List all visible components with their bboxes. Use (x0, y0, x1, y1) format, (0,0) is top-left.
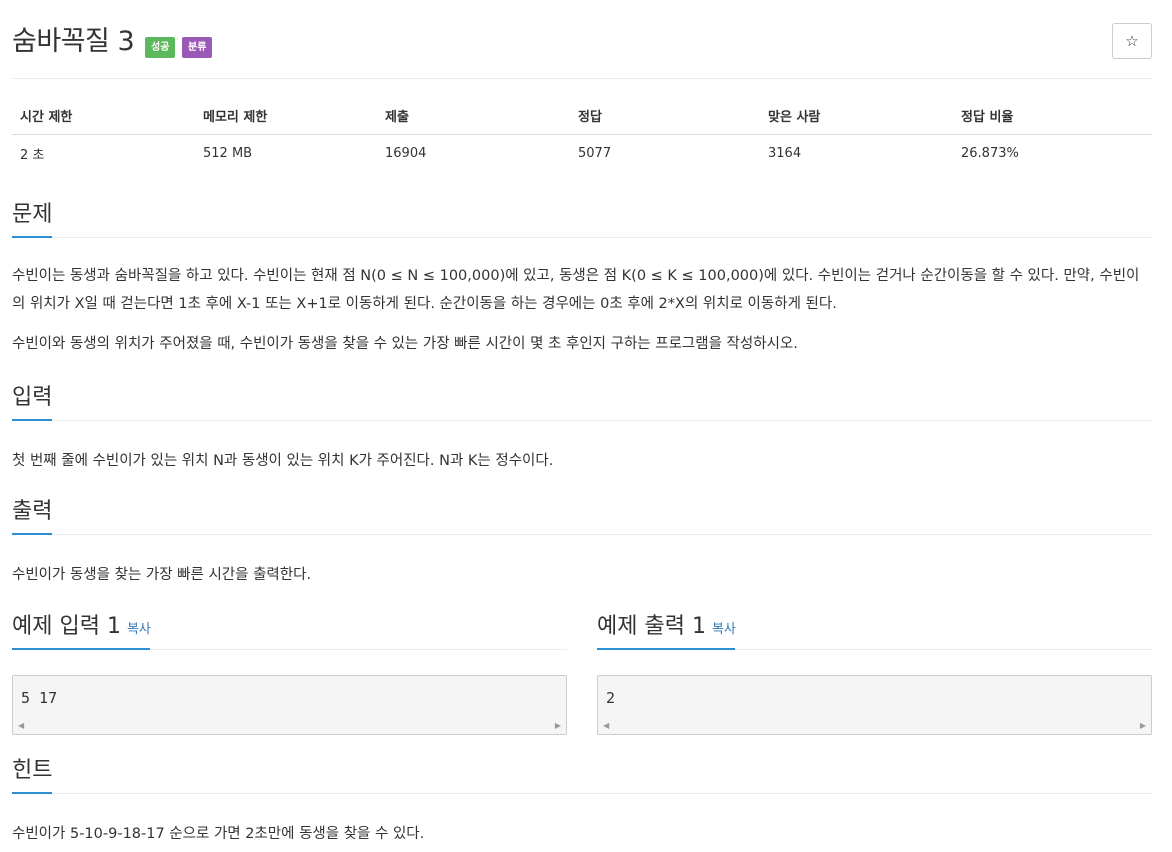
value-time-limit: 2 초 (20, 147, 45, 163)
output-description: 수빈이가 동생을 찾는 가장 빠른 시간을 출력한다. (12, 567, 312, 583)
section-output-header: 출력 (12, 495, 1152, 535)
title-underline (12, 533, 52, 535)
title-underline (12, 648, 150, 650)
star-button[interactable]: ☆ (1112, 23, 1152, 59)
category-badge[interactable]: 분류 (182, 37, 213, 58)
section-sample-output: 예제 출력 1 복사 (597, 610, 1152, 650)
section-hint: 힌트 수빈이가 5-10-9-18-17 순으로 가면 2초만에 동생을 찾을 … (12, 754, 1152, 848)
section-input: 입력 첫 번째 줄에 수빈이가 있는 위치 N과 동생이 있는 위치 K가 주어… (12, 381, 1152, 475)
title-underline (12, 236, 52, 238)
divider (12, 78, 1152, 79)
section-sample-output-header: 예제 출력 1 복사 (597, 610, 1152, 650)
value-memory-limit: 512 MB (203, 145, 253, 161)
description-paragraph-1: 수빈이는 동생과 숨바꼭질을 하고 있다. 수빈이는 현재 점 N(0 ≤ N … (12, 268, 1140, 312)
value-accepted[interactable]: 5077 (570, 134, 760, 172)
section-input-header: 입력 (12, 381, 1152, 421)
star-icon: ☆ (1125, 32, 1139, 50)
title-underline (12, 792, 52, 794)
header-solved-users: 맞은 사람 (760, 98, 953, 135)
section-hint-header: 힌트 (12, 754, 1152, 794)
header-accepted: 정답 (570, 98, 760, 135)
sample-input-title: 예제 입력 1 (12, 614, 121, 639)
title-underline (597, 648, 735, 650)
section-output: 출력 수빈이가 동생을 찾는 가장 빠른 시간을 출력한다. (12, 495, 1152, 589)
copy-sample-input-button[interactable]: 복사 (127, 622, 151, 637)
section-description-header: 문제 (12, 198, 1152, 238)
sample-output-code: 2 (606, 689, 616, 707)
value-accept-ratio: 26.873% (961, 145, 1019, 161)
table-row: 2 초 512 MB 16904 5077 3164 26.873% (12, 134, 1152, 172)
scroll-left-icon[interactable]: ◀ (18, 721, 24, 730)
problem-info-table: 시간 제한 메모리 제한 제출 정답 맞은 사람 정답 비율 2 초 512 M… (12, 98, 1152, 172)
divider (12, 237, 1152, 238)
divider (12, 420, 1152, 421)
problem-title: 숨바꼭질 3 (12, 26, 135, 57)
status-badge-success: 성공 (145, 37, 176, 58)
section-input-title: 입력 (12, 385, 53, 410)
scroll-right-icon[interactable]: ▶ (555, 721, 561, 730)
header-time-limit: 시간 제한 (12, 98, 195, 135)
divider (12, 793, 1152, 794)
title-underline (12, 419, 52, 421)
header-memory-limit: 메모리 제한 (195, 98, 377, 135)
section-sample-input-header: 예제 입력 1 복사 (12, 610, 567, 650)
value-solved-users[interactable]: 3164 (760, 134, 953, 172)
section-hint-title: 힌트 (12, 758, 53, 783)
section-description-title: 문제 (12, 202, 53, 227)
sample-output-box[interactable]: 2 ◀ ▶ (597, 675, 1152, 735)
table-header-row: 시간 제한 메모리 제한 제출 정답 맞은 사람 정답 비율 (12, 98, 1152, 135)
copy-sample-output-button[interactable]: 복사 (712, 622, 736, 637)
section-sample-input: 예제 입력 1 복사 (12, 610, 567, 650)
page-header: 숨바꼭질 3 성공 분류 ☆ (12, 23, 1152, 64)
header-accept-ratio: 정답 비율 (953, 98, 1152, 135)
section-description: 문제 수빈이는 동생과 숨바꼭질을 하고 있다. 수빈이는 현재 점 N(0 ≤… (12, 198, 1152, 358)
header-submissions: 제출 (377, 98, 570, 135)
section-output-title: 출력 (12, 499, 53, 524)
description-paragraph-2: 수빈이와 동생의 위치가 주어졌을 때, 수빈이가 동생을 찾을 수 있는 가장… (12, 336, 798, 352)
sample-input-code: 5 17 (21, 689, 58, 707)
sample-output-title: 예제 출력 1 (597, 614, 706, 639)
hint-text: 수빈이가 5-10-9-18-17 순으로 가면 2초만에 동생을 찾을 수 있… (12, 826, 425, 842)
scroll-right-icon[interactable]: ▶ (1140, 721, 1146, 730)
scroll-left-icon[interactable]: ◀ (603, 721, 609, 730)
sample-input-box[interactable]: 5 17 ◀ ▶ (12, 675, 567, 735)
value-submissions[interactable]: 16904 (377, 134, 570, 172)
input-description: 첫 번째 줄에 수빈이가 있는 위치 N과 동생이 있는 위치 K가 주어진다.… (12, 453, 554, 469)
divider (12, 534, 1152, 535)
